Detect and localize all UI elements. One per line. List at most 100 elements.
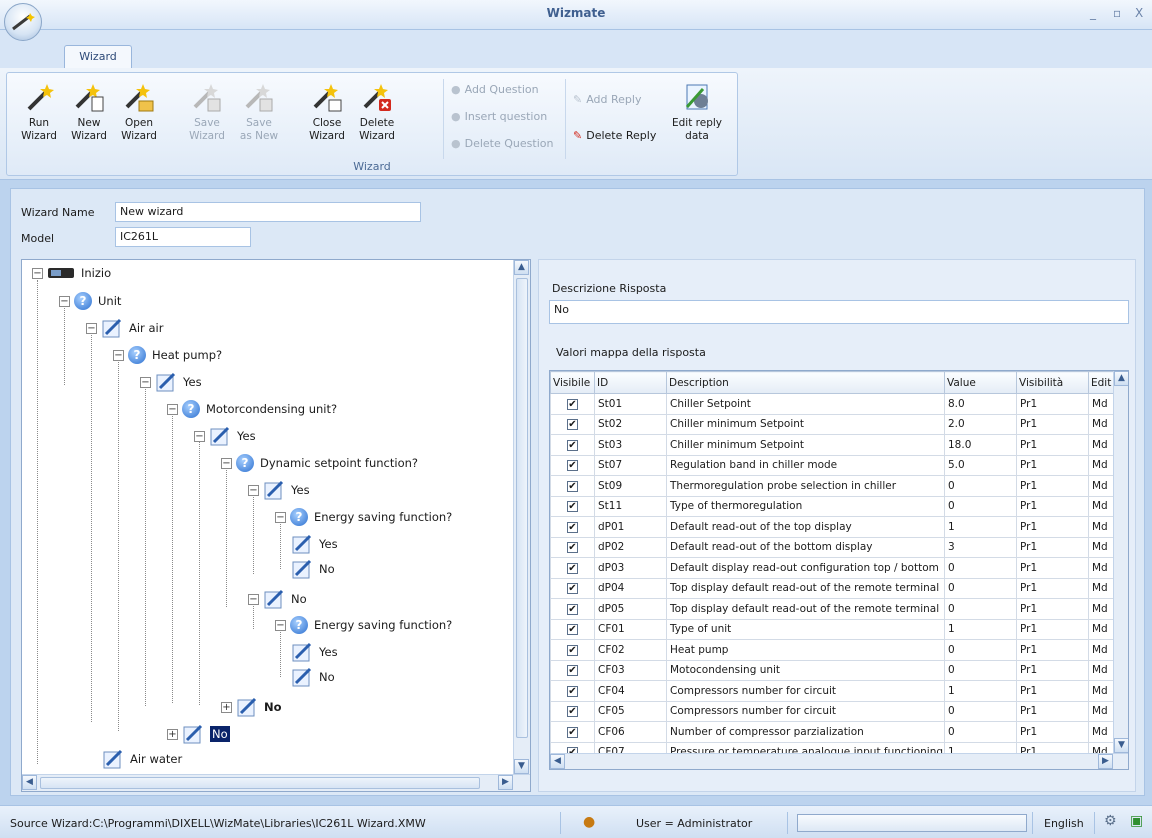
- table-cell[interactable]: St02: [594, 413, 667, 435]
- tree-node-answer[interactable]: Yes: [291, 641, 338, 663]
- table-cell[interactable]: 0: [944, 639, 1017, 661]
- table-cell[interactable]: Pr1: [1016, 618, 1089, 640]
- collapse-toggle[interactable]: −: [248, 484, 259, 496]
- delete-question-button[interactable]: ● Delete Question: [451, 137, 553, 150]
- table-cell[interactable]: Pr1: [1016, 475, 1089, 497]
- visible-checkbox[interactable]: ✔: [567, 603, 578, 615]
- table-cell[interactable]: St09: [594, 475, 667, 497]
- table-row[interactable]: ✔ dP01 Default read-out of the top display…: [550, 516, 1116, 538]
- table-cell[interactable]: Md: [1088, 618, 1116, 640]
- table-cell[interactable]: Md: [1088, 598, 1116, 620]
- tree-node-answer[interactable]: + No: [221, 696, 282, 718]
- visible-checkbox-cell[interactable]: ✔: [550, 680, 595, 702]
- table-cell[interactable]: Number of compressor parzialization: [666, 721, 945, 743]
- column-header[interactable]: Edit: [1088, 371, 1116, 394]
- open-wizard-button[interactable]: Open Wizard: [119, 77, 159, 143]
- table-cell[interactable]: 0: [944, 659, 1017, 681]
- table-row[interactable]: ✔ St02 Chiller minimum Setpoint 2.0 Pr1 Md: [550, 413, 1116, 435]
- scroll-up-button[interactable]: ▲: [514, 260, 529, 275]
- visible-checkbox[interactable]: ✔: [567, 665, 578, 677]
- table-cell[interactable]: 18.0: [944, 434, 1017, 456]
- tab-wizard[interactable]: Wizard: [64, 45, 132, 68]
- table-cell[interactable]: St07: [594, 454, 667, 476]
- table-cell[interactable]: Pr1: [1016, 495, 1089, 517]
- grid-horizontal-scrollbar[interactable]: ◀ ▶: [550, 753, 1128, 769]
- tree-node-question[interactable]: −? Energy saving function?: [275, 508, 452, 526]
- visible-checkbox[interactable]: ✔: [567, 419, 578, 431]
- table-cell[interactable]: 0: [944, 577, 1017, 599]
- column-header[interactable]: Visibile: [550, 371, 595, 394]
- visible-checkbox[interactable]: ✔: [567, 439, 578, 451]
- table-cell[interactable]: Compressors number for circuit: [666, 700, 945, 722]
- table-cell[interactable]: 5.0: [944, 454, 1017, 476]
- table-cell[interactable]: Chiller Setpoint: [666, 393, 945, 415]
- table-cell[interactable]: Pr1: [1016, 577, 1089, 599]
- table-cell[interactable]: Md: [1088, 721, 1116, 743]
- table-cell[interactable]: Md: [1088, 700, 1116, 722]
- scroll-thumb[interactable]: [516, 278, 528, 738]
- column-header[interactable]: Value: [944, 371, 1017, 394]
- close-window-button[interactable]: X: [1135, 6, 1143, 20]
- table-cell[interactable]: CF06: [594, 721, 667, 743]
- collapse-toggle[interactable]: −: [275, 619, 286, 631]
- table-cell[interactable]: Top display default read-out of the remo…: [666, 598, 945, 620]
- tree-node-answer[interactable]: Air water: [102, 748, 182, 770]
- collapse-toggle[interactable]: −: [59, 295, 70, 307]
- table-cell[interactable]: Compressors number for circuit: [666, 680, 945, 702]
- visible-checkbox-cell[interactable]: ✔: [550, 393, 595, 415]
- column-header[interactable]: Visibilità: [1016, 371, 1089, 394]
- table-cell[interactable]: Pr1: [1016, 434, 1089, 456]
- table-cell[interactable]: Motocondensing unit: [666, 659, 945, 681]
- tree-node-question[interactable]: −? Heat pump?: [113, 346, 222, 364]
- table-cell[interactable]: dP04: [594, 577, 667, 599]
- table-cell[interactable]: dP02: [594, 536, 667, 558]
- table-row[interactable]: ✔ dP02 Default read-out of the bottom disp…: [550, 536, 1116, 558]
- tree-node-answer[interactable]: No: [291, 558, 335, 580]
- tree-node-question[interactable]: −? Dynamic setpoint function?: [221, 454, 418, 472]
- collapse-toggle[interactable]: −: [275, 511, 286, 523]
- table-row[interactable]: ✔ dP04 Top display default read-out of the…: [550, 577, 1116, 599]
- tree-vertical-scrollbar[interactable]: ▲ ▼: [513, 260, 530, 774]
- delete-reply-button[interactable]: ✎ Delete Reply: [573, 129, 656, 142]
- visible-checkbox[interactable]: ✔: [567, 706, 578, 718]
- save-as-new-button[interactable]: Save as New: [239, 77, 279, 143]
- scroll-down-button[interactable]: ▼: [514, 759, 529, 774]
- table-cell[interactable]: 1: [944, 618, 1017, 640]
- table-cell[interactable]: St03: [594, 434, 667, 456]
- table-cell[interactable]: 0: [944, 721, 1017, 743]
- table-cell[interactable]: Pr1: [1016, 557, 1089, 579]
- collapse-toggle[interactable]: −: [113, 349, 124, 361]
- collapse-toggle[interactable]: −: [194, 430, 205, 442]
- app-menu-button[interactable]: [4, 3, 42, 41]
- visible-checkbox-cell[interactable]: ✔: [550, 434, 595, 456]
- table-row[interactable]: ✔ CF05 Compressors number for circuit 0 Pr1 M…: [550, 700, 1116, 722]
- new-wizard-button[interactable]: New Wizard: [69, 77, 109, 143]
- table-cell[interactable]: CF02: [594, 639, 667, 661]
- visible-checkbox[interactable]: ✔: [567, 542, 578, 554]
- tree-node-answer[interactable]: − Yes: [194, 425, 256, 447]
- table-cell[interactable]: CF05: [594, 700, 667, 722]
- table-row[interactable]: ✔ St07 Regulation band in chiller mode 5.0 P…: [550, 454, 1116, 476]
- table-row[interactable]: ✔ St11 Type of thermoregulation 0 Pr1 Md: [550, 495, 1116, 517]
- reply-description-input[interactable]: No: [549, 300, 1129, 324]
- close-wizard-button[interactable]: Close Wizard: [307, 77, 347, 143]
- scroll-thumb[interactable]: [40, 777, 480, 789]
- visible-checkbox-cell[interactable]: ✔: [550, 536, 595, 558]
- table-row[interactable]: ✔ CF01 Type of unit 1 Pr1 Md: [550, 618, 1116, 640]
- table-row[interactable]: ✔ CF06 Number of compressor parzialization…: [550, 721, 1116, 743]
- table-cell[interactable]: 0: [944, 700, 1017, 722]
- visible-checkbox[interactable]: ✔: [567, 644, 578, 656]
- visible-checkbox-cell[interactable]: ✔: [550, 618, 595, 640]
- table-cell[interactable]: Pr1: [1016, 454, 1089, 476]
- table-cell[interactable]: Default read-out of the bottom display: [666, 536, 945, 558]
- table-cell[interactable]: Top display default read-out of the remo…: [666, 577, 945, 599]
- table-cell[interactable]: CF03: [594, 659, 667, 681]
- table-cell[interactable]: 1: [944, 680, 1017, 702]
- table-cell[interactable]: dP01: [594, 516, 667, 538]
- table-cell[interactable]: Md: [1088, 434, 1116, 456]
- visible-checkbox-cell[interactable]: ✔: [550, 700, 595, 722]
- expand-toggle[interactable]: +: [167, 728, 178, 740]
- visible-checkbox[interactable]: ✔: [567, 562, 578, 574]
- visible-checkbox[interactable]: ✔: [567, 624, 578, 636]
- tree-node-answer[interactable]: − Yes: [248, 479, 310, 501]
